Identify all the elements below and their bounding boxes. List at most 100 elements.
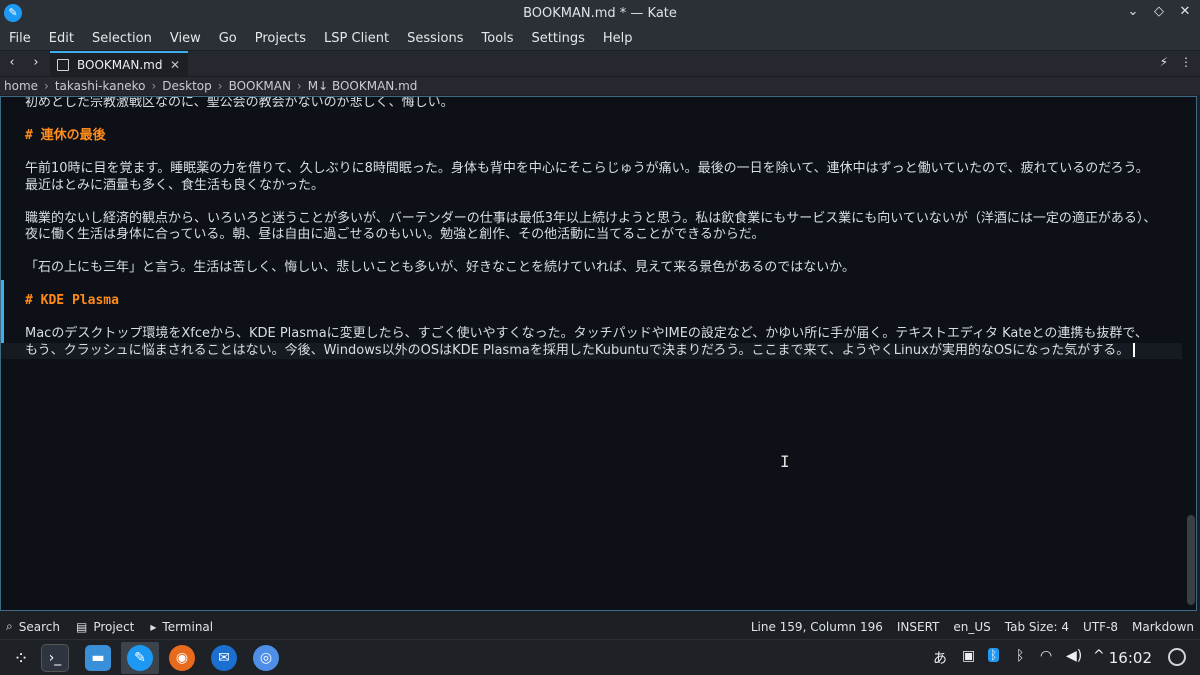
menu-go[interactable]: Go xyxy=(210,31,246,46)
terminal-label: Terminal xyxy=(162,619,214,634)
markdown-heading-line[interactable]: # 連休の最後 xyxy=(25,128,1182,145)
search-label: Search xyxy=(18,619,60,634)
chevron-right-icon: › xyxy=(151,79,157,93)
editor-line[interactable]: 夜に働く生活は身体に合っている。朝、昼は自由に過ごせるのもいい。勉強と創作、その… xyxy=(25,227,1182,244)
title-bar: ✎ BOOKMAN.md * — Kate ⌄ ◇ ✕ xyxy=(0,0,1200,26)
menu-edit[interactable]: Edit xyxy=(40,31,83,46)
bluetooth-icon[interactable]: ᛒ xyxy=(1016,648,1024,664)
clipboard-icon[interactable]: ▣ xyxy=(962,648,975,664)
project-label: Project xyxy=(93,619,135,634)
editor-line[interactable] xyxy=(25,194,1182,211)
taskbar-firefox[interactable]: ◉ xyxy=(163,642,201,674)
line-text: # 連休の最後 xyxy=(25,128,106,143)
markdown-heading-line[interactable]: # KDE Plasma xyxy=(25,293,1182,310)
bluetooth-app-icon[interactable]: ᛒ xyxy=(988,648,1000,662)
chevron-right-icon: › xyxy=(217,79,223,93)
folder-icon: ▬ xyxy=(85,645,111,671)
editor-line[interactable]: 職業的ないし経済的観点から、いろいろと迷うことが多いが、バーテンダーの仕事は最低… xyxy=(25,211,1182,228)
breadcrumb-desktop[interactable]: Desktop xyxy=(162,79,212,93)
tab-size[interactable]: Tab Size: 4 xyxy=(1005,620,1069,634)
window-title: BOOKMAN.md * — Kate xyxy=(523,5,677,21)
peek-desktop-icon[interactable] xyxy=(1168,648,1186,666)
minimize-icon[interactable]: ⌄ xyxy=(1126,4,1140,20)
editor-line[interactable] xyxy=(25,112,1182,129)
line-text: 「石の上にも三年」と言う。生活は苦しく、悔しい、悲しいことも多いが、好きなことを… xyxy=(25,260,856,275)
project-icon: ▤ xyxy=(75,619,88,634)
maximize-icon[interactable]: ◇ xyxy=(1152,4,1166,20)
quick-open-icon[interactable]: ⚡ xyxy=(1160,55,1168,69)
close-window-icon[interactable]: ✕ xyxy=(1178,4,1192,20)
tab-bar: ‹ › BOOKMAN.md ✕ ⚡ ⋮ xyxy=(0,51,1200,77)
volume-icon[interactable]: ◀) xyxy=(1066,648,1082,664)
tab-label: BOOKMAN.md xyxy=(77,57,163,72)
app-launcher-button[interactable]: ⁘ xyxy=(2,642,40,674)
taskbar-konsole[interactable]: ›_ xyxy=(36,642,74,674)
chevron-right-icon: › xyxy=(296,79,302,93)
editor-line[interactable]: 最近はとみに酒量も多く、食生活も良くなかった。 xyxy=(25,178,1182,195)
editor-line[interactable] xyxy=(25,310,1182,327)
text-caret xyxy=(1133,343,1136,357)
more-options-icon[interactable]: ⋮ xyxy=(1180,55,1192,69)
menu-selection[interactable]: Selection xyxy=(83,31,161,46)
menu-lsp-client[interactable]: LSP Client xyxy=(315,31,398,46)
taskbar-kate[interactable]: ✎ xyxy=(121,642,159,674)
menu-help[interactable]: Help xyxy=(594,31,642,46)
line-text: 午前10時に目を覚ます。睡眠薬の力を借りて、久しぶりに8時間眠った。身体も背中を… xyxy=(25,161,1149,176)
menu-projects[interactable]: Projects xyxy=(246,31,315,46)
project-panel-button[interactable]: ▤ Project xyxy=(76,620,134,634)
kate-app-icon[interactable]: ✎ xyxy=(4,4,22,22)
wifi-icon[interactable]: ◠ xyxy=(1040,648,1052,664)
breadcrumb-user[interactable]: takashi-kaneko xyxy=(55,79,146,93)
cursor-position[interactable]: Line 159, Column 196 xyxy=(751,620,883,634)
text-editor[interactable]: 初めとした宗教激戦区なのに、聖公会の教会がないのが悲しく、悔しい。 # 連休の最後… xyxy=(0,96,1197,611)
menu-view[interactable]: View xyxy=(161,31,210,46)
menu-tools[interactable]: Tools xyxy=(473,31,523,46)
line-text: 職業的ないし経済的観点から、いろいろと迷うことが多いが、バーテンダーの仕事は最低… xyxy=(25,210,1157,226)
taskbar: ⁘ ›_ ▬ ✎ ◉ ✉ ◎ あ ▣ ᛒ ᛒ ◠ ◀) ^ 16:02 xyxy=(0,639,1200,675)
scrollbar-thumb[interactable] xyxy=(1187,515,1195,605)
menu-file[interactable]: File xyxy=(0,31,40,46)
tray-expand-icon[interactable]: ^ xyxy=(1093,648,1105,664)
editor-line[interactable]: もう、クラッシュに悩まされることはない。今後、Windows以外のOSはKDE … xyxy=(1,342,1182,359)
menu-sessions[interactable]: Sessions xyxy=(398,31,472,46)
clock[interactable]: 16:02 xyxy=(1109,649,1152,667)
breadcrumb-folder[interactable]: BOOKMAN xyxy=(229,79,291,93)
editor-line[interactable] xyxy=(25,145,1182,162)
editor-line[interactable]: 「石の上にも三年」と言う。生活は苦しく、悔しい、悲しいことも多いが、好きなことを… xyxy=(25,260,1182,277)
input-mode[interactable]: INSERT xyxy=(897,620,940,634)
line-text: Macのデスクトップ環境をXfceから、KDE Plasmaに変更したら、すごく… xyxy=(25,326,1148,341)
editor-line[interactable]: 初めとした宗教激戦区なのに、聖公会の教会がないのが悲しく、悔しい。 xyxy=(25,96,1182,112)
syntax-mode[interactable]: Markdown xyxy=(1132,620,1194,634)
chromium-icon: ◎ xyxy=(253,645,279,671)
terminal-panel-button[interactable]: ▸ Terminal xyxy=(150,620,213,634)
taskbar-thunderbird[interactable]: ✉ xyxy=(205,642,243,674)
tab-back-icon[interactable]: ‹ xyxy=(3,54,21,72)
line-text: もう、クラッシュに悩まされることはない。今後、Windows以外のOSはKDE … xyxy=(25,342,1130,358)
search-icon: ⌕ xyxy=(6,619,13,633)
editor-line[interactable]: Macのデスクトップ環境をXfceから、KDE Plasmaに変更したら、すごく… xyxy=(25,326,1182,343)
thunderbird-icon: ✉ xyxy=(211,645,237,671)
modified-lines-marker xyxy=(1,280,4,346)
encoding[interactable]: UTF-8 xyxy=(1083,620,1118,634)
dictionary[interactable]: en_US xyxy=(953,620,990,634)
taskbar-dolphin[interactable]: ▬ xyxy=(79,642,117,674)
tab-close-icon[interactable]: ✕ xyxy=(170,58,180,72)
editor-line[interactable]: 午前10時に目を覚ます。睡眠薬の力を借りて、久しぶりに8時間眠った。身体も背中を… xyxy=(25,161,1182,178)
search-panel-button[interactable]: ⌕ Search xyxy=(6,619,60,634)
editor-line[interactable] xyxy=(25,244,1182,261)
tab-bookman-md[interactable]: BOOKMAN.md ✕ xyxy=(50,51,188,76)
line-text: 夜に働く生活は身体に合っている。朝、昼は自由に過ごせるのもいい。勉強と創作、その… xyxy=(25,227,765,242)
ime-indicator[interactable]: あ xyxy=(933,648,947,668)
breadcrumb-home[interactable]: home xyxy=(4,79,38,93)
editor-lines[interactable]: 初めとした宗教激戦区なのに、聖公会の教会がないのが悲しく、悔しい。 # 連休の最後… xyxy=(1,96,1182,359)
status-bar: ⌕ Search ▤ Project ▸ Terminal Line 159, … xyxy=(0,615,1200,638)
menu-bar: File Edit Selection View Go Projects LSP… xyxy=(0,26,1200,50)
taskbar-chromium[interactable]: ◎ xyxy=(247,642,285,674)
menu-settings[interactable]: Settings xyxy=(523,31,594,46)
line-text: 初めとした宗教激戦区なのに、聖公会の教会がないのが悲しく、悔しい。 xyxy=(25,96,454,110)
tab-forward-icon[interactable]: › xyxy=(27,54,45,72)
chevron-right-icon: › xyxy=(44,79,49,93)
editor-line[interactable] xyxy=(25,277,1182,294)
line-text: 最近はとみに酒量も多く、食生活も良くなかった。 xyxy=(25,177,325,193)
breadcrumb-file[interactable]: M↓ BOOKMAN.md xyxy=(308,79,418,93)
